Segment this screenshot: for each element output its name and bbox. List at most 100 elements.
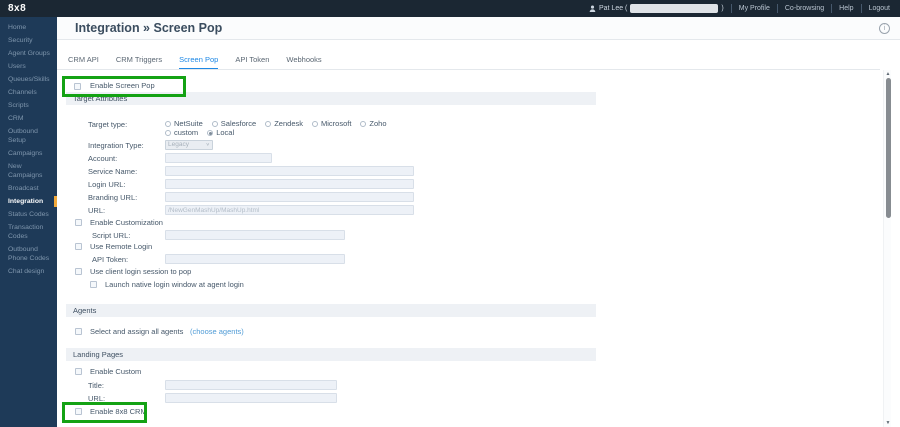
account-label: Account: [88,154,117,163]
use-client-login-session-label: Use client login session to pop [90,267,191,276]
select-all-agents-label: Select and assign all agents [90,327,183,336]
sidebar-item-outbound-setup[interactable]: Outbound Setup [0,125,57,147]
integration-type-select[interactable]: Legacy ∨ [165,140,213,150]
enable-custom-checkbox[interactable] [75,368,82,375]
divider [731,4,732,13]
sidebar-item-broadcast[interactable]: Broadcast [0,182,57,195]
login-url-input[interactable] [165,179,414,189]
custom-url-label: URL: [88,394,105,403]
script-url-input[interactable] [165,230,345,240]
sidebar-item-scripts[interactable]: Scripts [0,99,57,112]
sidebar-item-home[interactable]: Home [0,21,57,34]
main-content: CRM API CRM Triggers Screen Pop API Toke… [57,40,900,427]
radio-salesforce[interactable]: Salesforce [212,119,256,128]
person-icon [589,5,596,12]
radio-icon [360,121,366,127]
custom-url-input[interactable] [165,393,337,403]
sidebar-item-integration[interactable]: Integration [0,195,57,208]
tab-bar-divider [57,69,880,70]
radio-custom-label: custom [174,128,198,137]
use-remote-login-checkbox[interactable] [75,243,82,250]
chevron-down-icon: ∨ [206,142,210,148]
custom-title-input[interactable] [165,380,337,390]
sidebar-item-transaction-codes[interactable]: Transaction Codes [0,221,57,243]
sidebar-item-crm[interactable]: CRM [0,112,57,125]
tab-api-token[interactable]: API Token [235,55,269,70]
scrollbar-thumb[interactable] [886,78,891,218]
co-browsing-link[interactable]: Co-browsing [785,5,824,12]
logout-link[interactable]: Logout [869,5,890,12]
tab-crm-api[interactable]: CRM API [68,55,99,70]
current-user[interactable]: Pat Lee () [589,4,724,13]
url-input[interactable] [165,205,414,215]
sidebar-item-status-codes[interactable]: Status Codes [0,208,57,221]
radio-microsoft[interactable]: Microsoft [312,119,351,128]
section-landing-pages: Landing Pages [66,348,596,361]
url-label: URL: [88,206,105,215]
branding-url-input[interactable] [165,192,414,202]
sidebar-item-agent-groups[interactable]: Agent Groups [0,47,57,60]
enable-screen-pop-label: Enable Screen Pop [90,81,155,90]
login-url-label: Login URL: [88,180,126,189]
select-all-agents-checkbox[interactable] [75,328,82,335]
radio-zoho[interactable]: Zoho [360,119,386,128]
redacted-tenant-name [630,4,718,13]
use-client-login-session-checkbox[interactable] [75,268,82,275]
page-title: Integration » Screen Pop [57,21,222,35]
tab-crm-triggers[interactable]: CRM Triggers [116,55,162,70]
tab-screen-pop[interactable]: Screen Pop [179,55,218,70]
sidebar-item-new-campaigns[interactable]: New Campaigns [0,160,57,182]
sidebar-item-users[interactable]: Users [0,60,57,73]
enable-8x8-crm-checkbox[interactable] [75,408,82,415]
custom-title-label: Title: [88,381,104,390]
radio-icon [165,130,171,136]
choose-agents-link[interactable]: (choose agents) [190,327,244,336]
info-icon[interactable]: i [879,23,890,34]
scroll-up-icon[interactable]: ▲ [884,71,892,77]
api-token-label: API Token: [92,255,128,264]
topbar-right: Pat Lee () My Profile Co-browsing Help L… [589,4,900,13]
service-name-label: Service Name: [88,167,137,176]
radio-netsuite[interactable]: NetSuite [165,119,203,128]
service-name-input[interactable] [165,166,414,176]
radio-custom[interactable]: custom [165,128,198,137]
radio-local[interactable]: Local [207,128,234,137]
enable-8x8-crm-label: Enable 8x8 CRM [90,407,147,416]
sidebar-item-campaigns[interactable]: Campaigns [0,147,57,160]
enable-customization-checkbox[interactable] [75,219,82,226]
section-target-attributes: Target Attributes [66,92,596,105]
radio-icon [265,121,271,127]
page-header: Integration » Screen Pop i [57,17,900,40]
radio-salesforce-label: Salesforce [221,119,256,128]
divider [831,4,832,13]
divider [861,4,862,13]
sidebar: Home Security Agent Groups Users Queues/… [0,17,57,427]
radio-icon [312,121,318,127]
launch-native-login-label: Launch native login window at agent logi… [105,280,244,289]
sidebar-item-outbound-phone-codes[interactable]: Outbound Phone Codes [0,243,57,265]
integration-type-label: Integration Type: [88,141,144,150]
api-token-input[interactable] [165,254,345,264]
my-profile-link[interactable]: My Profile [739,5,770,12]
help-link[interactable]: Help [839,5,853,12]
user-name: Pat Lee ( [599,5,627,12]
tab-webhooks[interactable]: Webhooks [286,55,321,70]
radio-zoho-label: Zoho [369,119,386,128]
8x8-logo: 8x8 [0,3,26,14]
radio-icon [212,121,218,127]
sidebar-item-queues-skills[interactable]: Queues/Skills [0,73,57,86]
sidebar-item-chat-design[interactable]: Chat design [0,265,57,278]
account-input[interactable] [165,153,272,163]
radio-microsoft-label: Microsoft [321,119,351,128]
topbar: 8x8 Pat Lee () My Profile Co-browsing He… [0,0,900,17]
radio-local-label: Local [216,128,234,137]
vertical-scrollbar[interactable]: ▲ ▼ [883,70,891,427]
user-name-close: ) [721,5,723,12]
sidebar-item-security[interactable]: Security [0,34,57,47]
radio-zendesk[interactable]: Zendesk [265,119,303,128]
enable-screen-pop-checkbox[interactable] [74,83,81,90]
launch-native-login-checkbox[interactable] [90,281,97,288]
scroll-down-icon[interactable]: ▼ [884,420,892,426]
target-type-label: Target type: [88,120,127,129]
sidebar-item-channels[interactable]: Channels [0,86,57,99]
